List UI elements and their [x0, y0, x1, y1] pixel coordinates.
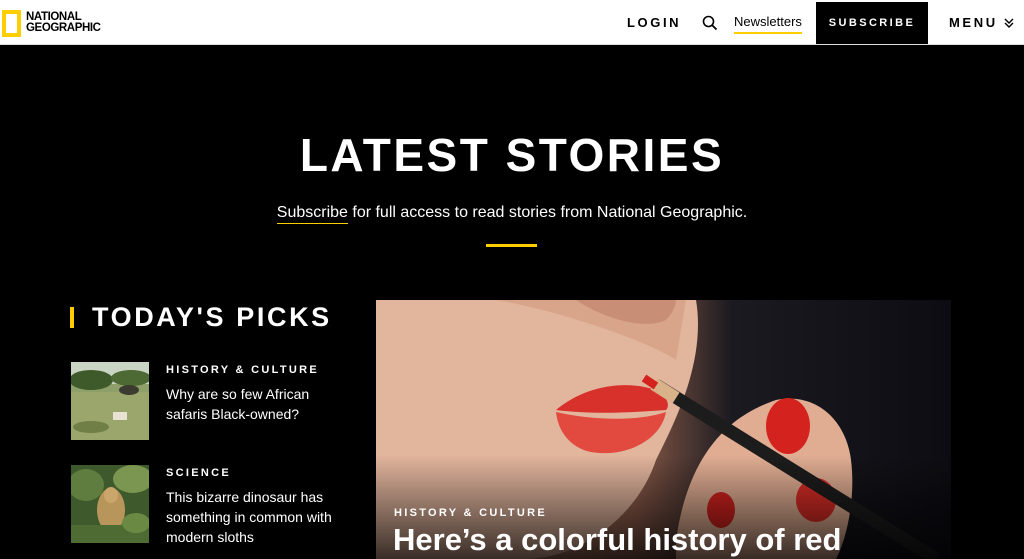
newsletters-link[interactable]: Newsletters	[734, 14, 802, 34]
todays-picks-heading: TODAY'S PICKS	[70, 302, 332, 333]
logo-line-2: GEOGRAPHIC	[26, 22, 101, 34]
pick-thumbnail[interactable]	[71, 362, 149, 440]
logo-yellow-border	[2, 9, 21, 37]
chevron-down-icon	[1004, 18, 1014, 28]
pick-thumbnail[interactable]	[71, 465, 149, 543]
login-link[interactable]: LOGIN	[627, 15, 681, 30]
pick-item[interactable]: SCIENCE This bizarre dinosaur has someth…	[71, 465, 351, 545]
heading-accent-bar	[70, 307, 74, 328]
pick-category: HISTORY & CULTURE	[166, 364, 319, 376]
page-title: LATEST STORIES	[299, 129, 725, 181]
menu-button[interactable]: MENU	[949, 15, 1014, 30]
todays-picks-title: TODAY'S PICKS	[92, 302, 332, 332]
subscribe-link[interactable]: Subscribe	[276, 204, 348, 224]
hero-subtitle-text: for full access to read stories from Nat…	[347, 204, 748, 221]
subscribe-button[interactable]: SUBSCRIBE	[816, 2, 928, 44]
featured-story-image	[376, 300, 951, 559]
featured-category: HISTORY & CULTURE	[394, 507, 547, 519]
natgeo-logo[interactable]: NATIONAL GEOGRAPHIC	[2, 9, 101, 37]
pick-title[interactable]: Why are so few African safaris Black-own…	[166, 384, 346, 424]
menu-label: MENU	[949, 15, 998, 30]
search-icon[interactable]	[702, 15, 718, 31]
pick-title[interactable]: This bizarre dinosaur has something in c…	[166, 487, 346, 547]
featured-story[interactable]: HISTORY & CULTURE Here’s a colorful hist…	[376, 300, 951, 559]
site-header: NATIONAL GEOGRAPHIC LOGIN Newsletters SU…	[0, 0, 1024, 45]
pick-category: SCIENCE	[166, 467, 231, 479]
pick-item[interactable]: HISTORY & CULTURE Why are so few African…	[71, 362, 351, 442]
featured-title[interactable]: Here’s a colorful history of red	[393, 522, 841, 558]
hero-subtitle: Subscribe for full access to read storie…	[0, 204, 1024, 224]
accent-divider	[486, 244, 537, 247]
